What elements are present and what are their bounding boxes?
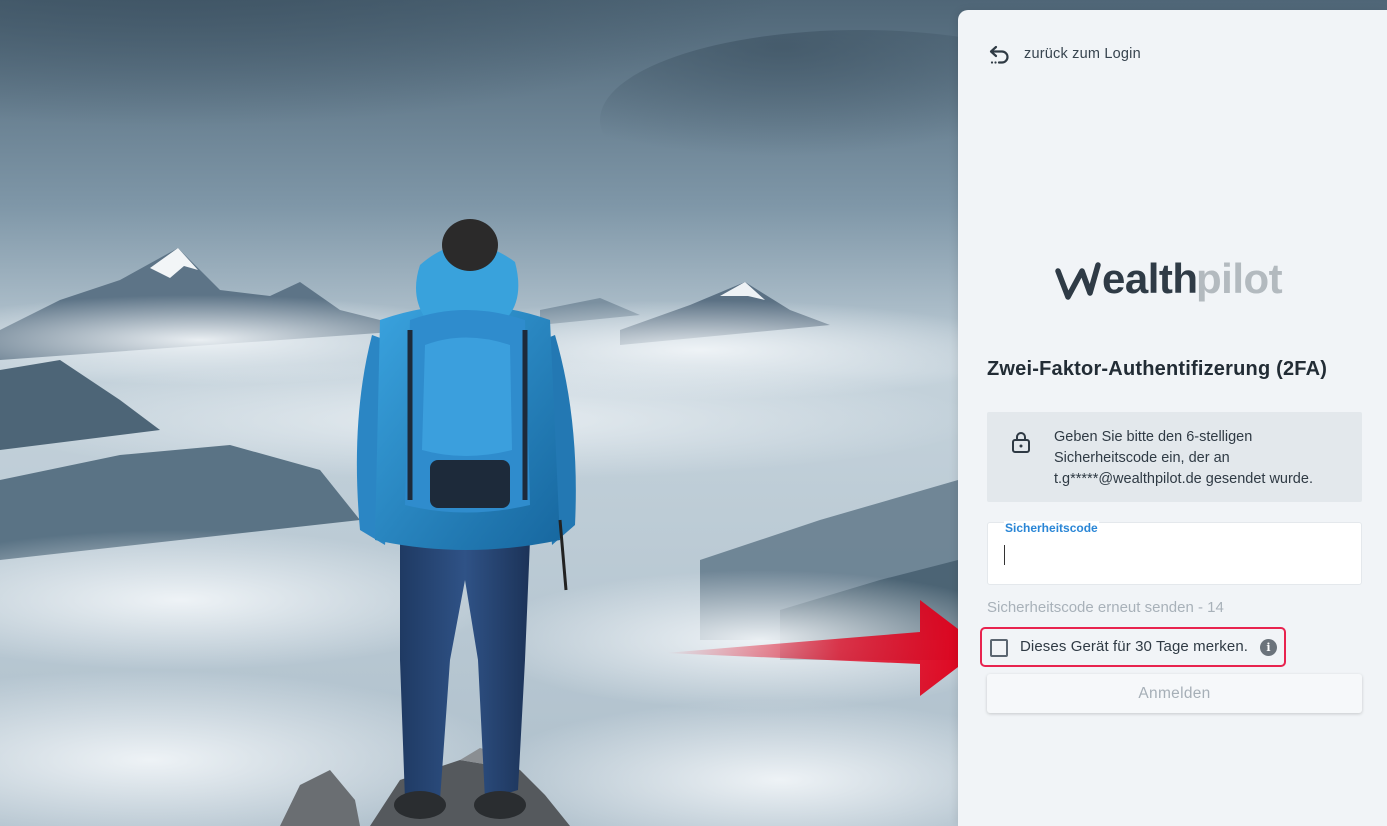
security-code-field: Sicherheitscode [987,521,1362,585]
resend-code-link[interactable]: Sicherheitscode erneut senden - 14 [987,599,1224,616]
svg-text:pilot: pilot [1196,255,1283,302]
back-link-label: zurück zum Login [1024,46,1141,62]
svg-text:ealth: ealth [1102,255,1198,302]
security-code-input[interactable] [1000,541,1350,569]
back-to-login-link[interactable]: zurück zum Login [988,42,1141,66]
info-text: Geben Sie bitte den 6-stelligen Sicherhe… [1054,427,1354,490]
login-panel: zurück zum Login ealth pilot Zwei-Faktor… [958,10,1387,826]
text-caret [1004,545,1005,565]
remember-device-checkbox[interactable] [990,639,1008,657]
info-icon[interactable]: i [1260,639,1277,656]
remember-device-highlight: Dieses Gerät für 30 Tage merken. i [980,627,1286,667]
lock-icon [1012,432,1030,453]
undo-arrow-icon [989,45,1009,64]
remember-device-label[interactable]: Dieses Gerät für 30 Tage merken. [1020,638,1248,655]
red-arrow-icon [665,600,983,696]
info-line-2: Sicherheitscode ein, der an [1054,450,1230,466]
info-box: Geben Sie bitte den 6-stelligen Sicherhe… [987,412,1362,502]
wealthpilot-logo: ealth pilot [1055,255,1288,303]
security-code-label: Sicherheitscode [1004,521,1099,535]
login-button[interactable]: Anmelden [987,674,1362,713]
page-title: Zwei-Faktor-Authentifizerung (2FA) [987,358,1328,380]
info-line-1: Geben Sie bitte den 6-stelligen [1054,429,1253,445]
info-line-3: t.g*****@wealthpilot.de gesendet wurde. [1054,471,1313,487]
